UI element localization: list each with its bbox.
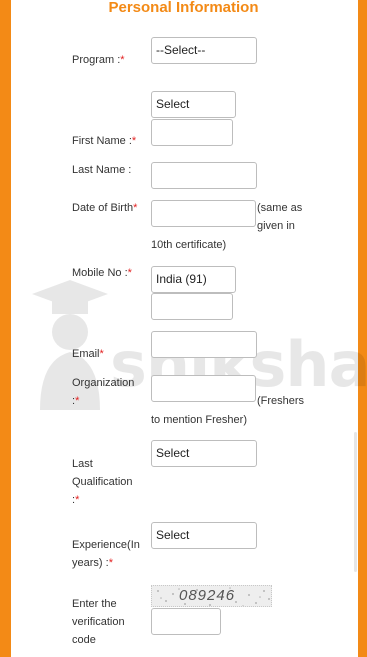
experience-label-line2: years) :* bbox=[72, 557, 113, 569]
experience-label-line1: Experience(In bbox=[72, 539, 140, 551]
last-name-label: Last Name : bbox=[72, 164, 132, 176]
mobile-label: Mobile No :* bbox=[72, 267, 132, 279]
organization-label-line1: Organization bbox=[72, 377, 135, 389]
experience-select[interactable]: Select bbox=[151, 522, 257, 549]
page-title: Personal Information bbox=[108, 0, 259, 16]
left-orange-border bbox=[0, 0, 11, 657]
qualification-label-line3: :* bbox=[72, 494, 80, 506]
dob-note-line2: given in bbox=[257, 220, 295, 232]
scrollbar[interactable] bbox=[354, 432, 357, 572]
organization-note-line2: to mention Fresher) bbox=[151, 414, 247, 426]
verification-label-line3: code bbox=[72, 634, 96, 646]
salutation-select[interactable]: Select bbox=[151, 91, 236, 118]
right-orange-border bbox=[358, 0, 367, 657]
program-select[interactable]: --Select-- bbox=[151, 37, 257, 64]
first-name-label: First Name :* bbox=[72, 135, 137, 147]
mobile-input[interactable] bbox=[151, 293, 233, 320]
dob-note-line1: (same as bbox=[257, 202, 303, 214]
email-label: Email* bbox=[72, 348, 104, 360]
verification-code-input[interactable] bbox=[151, 608, 221, 635]
last-name-input[interactable] bbox=[151, 162, 257, 189]
dob-input[interactable] bbox=[151, 200, 256, 227]
verification-label-line2: verification bbox=[72, 616, 125, 628]
qualification-label-line1: Last bbox=[72, 458, 93, 470]
captcha-text: 089246 bbox=[179, 587, 236, 604]
email-input[interactable] bbox=[151, 331, 257, 358]
organization-input[interactable] bbox=[151, 375, 256, 402]
dob-note-line3: 10th certificate) bbox=[151, 239, 227, 251]
captcha-image: 089246 bbox=[151, 585, 272, 607]
dob-label: Date of Birth* bbox=[72, 202, 138, 214]
first-name-input[interactable] bbox=[151, 119, 233, 146]
country-code-select[interactable]: India (91) bbox=[151, 266, 236, 293]
organization-note-line1: (Freshers bbox=[257, 395, 305, 407]
program-label: Program :* bbox=[72, 54, 125, 66]
qualification-label-line2: Qualification bbox=[72, 476, 133, 488]
qualification-select[interactable]: Select bbox=[151, 440, 257, 467]
verification-label-line1: Enter the bbox=[72, 598, 117, 610]
organization-label-line2: :* bbox=[72, 395, 80, 407]
